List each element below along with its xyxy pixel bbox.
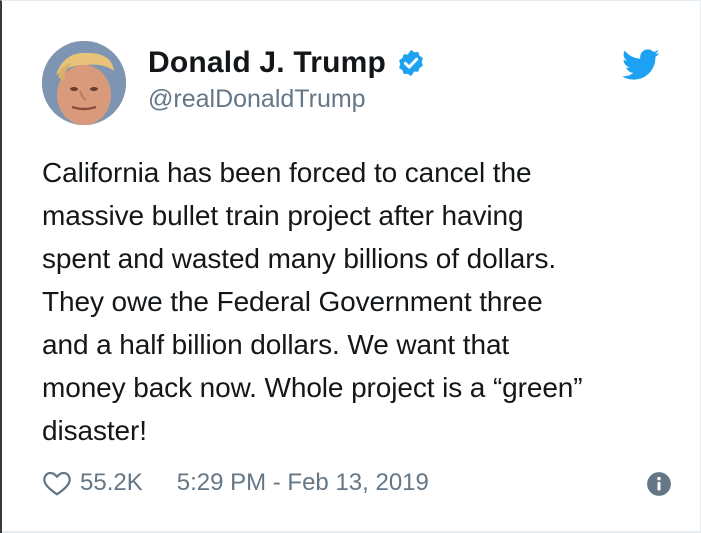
tweet-header: Donald J. Trump @realDonaldTrump (42, 41, 682, 127)
tweet-line: California has been forced to cancel the (42, 157, 532, 188)
author-handle[interactable]: @realDonaldTrump (148, 85, 426, 114)
like-count[interactable]: 55.2K (80, 469, 143, 497)
tweet-line: They owe the Federal Government three (42, 286, 543, 317)
heart-icon[interactable] (42, 468, 72, 498)
display-name-row: Donald J. Trump (148, 45, 426, 81)
display-name[interactable]: Donald J. Trump (148, 46, 386, 80)
tweet-line: disaster! (42, 415, 147, 446)
avatar[interactable] (42, 41, 126, 125)
tweet-card: Donald J. Trump @realDonaldTrump Califor… (0, 0, 701, 533)
tweet-footer: 55.2K 5:29 PM - Feb 13, 2019 (42, 463, 672, 503)
verified-badge-icon (399, 49, 423, 77)
tweet-line: money back now. Whole project is a “gree… (42, 372, 583, 403)
tweet-text: California has been forced to cancel the… (42, 151, 672, 452)
author-names: Donald J. Trump @realDonaldTrump (148, 45, 426, 114)
tweet-line: spent and wasted many billions of dollar… (42, 243, 557, 274)
twitter-bird-icon[interactable] (622, 49, 660, 81)
tweet-line: massive bullet train project after havin… (42, 200, 524, 231)
avatar-image (42, 41, 126, 125)
tweet-timestamp[interactable]: 5:29 PM - Feb 13, 2019 (177, 469, 429, 497)
tweet-line: and a half billion dollars. We want that (42, 329, 510, 360)
info-icon[interactable] (646, 471, 672, 497)
